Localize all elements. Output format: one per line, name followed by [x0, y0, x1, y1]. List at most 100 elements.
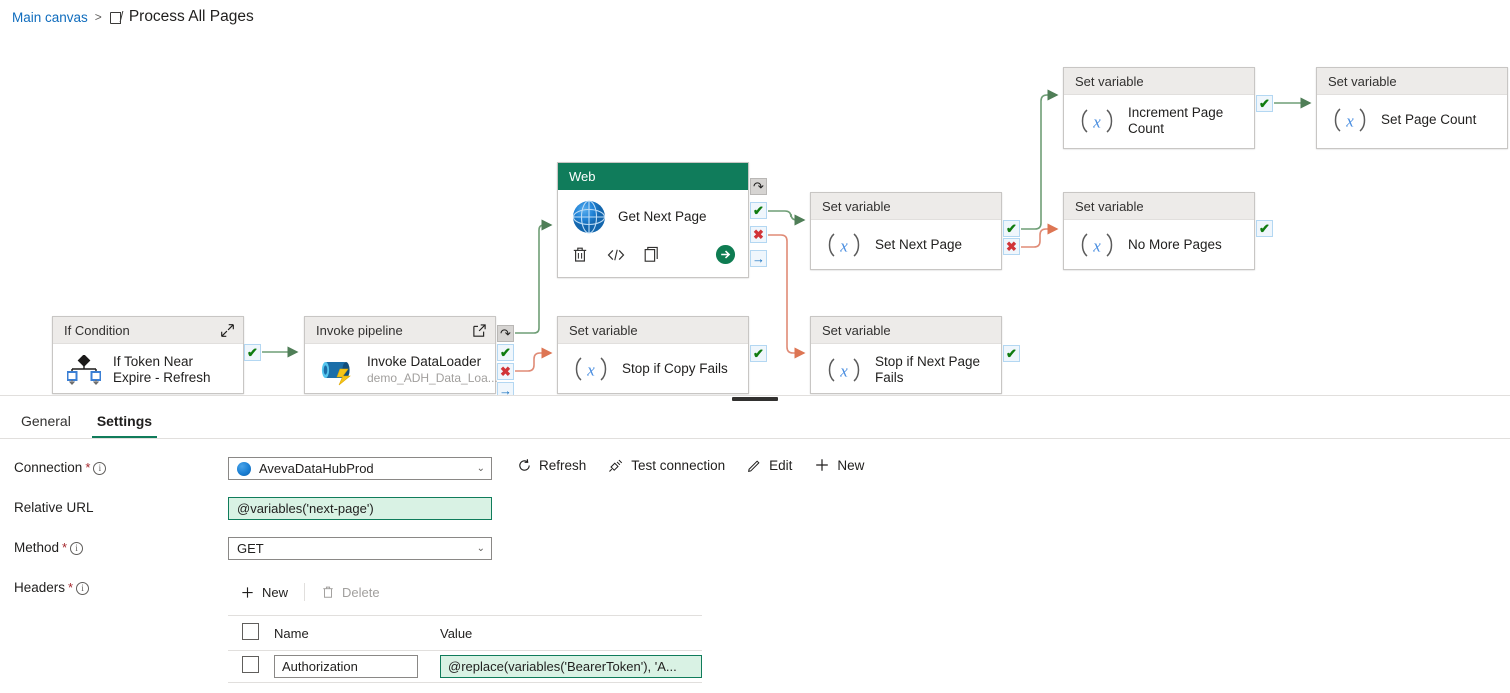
test-connection-label: Test connection: [631, 457, 726, 473]
open-external-icon: [473, 323, 486, 337]
retry-connector-handle[interactable]: ↷: [750, 178, 767, 195]
failure-connector-handle[interactable]: ✖: [1003, 238, 1020, 255]
column-header-name: Name: [274, 615, 440, 651]
breadcrumb: Main canvas > Process All Pages: [0, 0, 1510, 34]
set-variable-icon: x: [1078, 230, 1116, 260]
success-connector-handle[interactable]: ✔: [1003, 345, 1020, 362]
column-header-value: Value: [440, 615, 702, 651]
info-icon[interactable]: i: [76, 581, 90, 595]
activity-node-invoke-pipeline[interactable]: Invoke pipeline Invoke DataLoader demo_ADH…: [304, 316, 498, 394]
node-type-label: Web: [569, 169, 596, 184]
activity-node-web-get-next-page[interactable]: Web Get Next Page: [557, 162, 749, 278]
svg-text:x: x: [839, 362, 848, 381]
row-select-cell: [228, 650, 274, 683]
breadcrumb-root-link[interactable]: Main canvas: [12, 10, 88, 25]
node-type-label: Set variable: [569, 322, 638, 338]
node-text: Set Next Page: [875, 237, 962, 253]
edit-label: Edit: [769, 457, 793, 473]
header-value-input[interactable]: @replace(variables('BearerToken'), 'A...: [440, 655, 702, 678]
code-icon[interactable]: [607, 247, 625, 268]
pipeline-icon: [109, 11, 122, 24]
success-connector-handle[interactable]: ✔: [750, 202, 767, 219]
method-label-group: Method * i: [0, 537, 228, 559]
activity-node-increment-page-count[interactable]: Set variable x Increment Page Count: [1063, 67, 1255, 149]
failure-connector-handle[interactable]: ✖: [750, 226, 767, 243]
node-name: Set Page Count: [1381, 112, 1477, 127]
success-connector-handle[interactable]: ✔: [750, 345, 767, 362]
node-body: x Stop if Copy Fails: [558, 344, 748, 394]
success-connector-handle[interactable]: ✔: [1003, 220, 1020, 237]
success-connector-handle[interactable]: ✔: [1256, 95, 1273, 112]
svg-text:x: x: [839, 237, 848, 256]
relative-url-input[interactable]: @variables('next-page'): [228, 497, 492, 520]
retry-connector-handle[interactable]: ↷: [497, 325, 514, 342]
headers-new-button[interactable]: New: [228, 579, 300, 605]
method-dropdown[interactable]: GET ⌄: [228, 537, 492, 560]
header-name-input[interactable]: Authorization: [274, 655, 418, 678]
relative-url-label: Relative URL: [14, 500, 94, 515]
activity-node-no-more-pages[interactable]: Set variable x No More Pages: [1063, 192, 1255, 270]
header-value-cell: @replace(variables('BearerToken'), 'A...: [440, 650, 702, 683]
properties-panel: General Settings Connection * i AvevaDat…: [0, 402, 1510, 683]
splitter-grip[interactable]: [732, 397, 778, 401]
node-body: If Token Near Expire - Refresh: [53, 344, 243, 395]
required-asterisk: *: [62, 540, 68, 555]
tab-general[interactable]: General: [12, 413, 80, 438]
select-all-checkbox[interactable]: [242, 623, 259, 640]
node-header: Set variable: [1317, 68, 1507, 95]
node-header: Set variable: [1064, 193, 1254, 220]
row-checkbox[interactable]: [242, 655, 259, 673]
success-connector-handle[interactable]: ✔: [244, 344, 261, 361]
node-header: Set variable: [811, 317, 1001, 344]
success-connector-handle[interactable]: ✔: [1256, 220, 1273, 237]
delete-icon[interactable]: [572, 246, 588, 268]
success-connector-handle[interactable]: ✔: [497, 344, 514, 361]
set-variable-icon: x: [572, 354, 610, 384]
node-name: Get Next Page: [618, 209, 707, 224]
node-header: Web: [558, 163, 748, 190]
expand-icon[interactable]: [220, 323, 235, 338]
panel-tab-list: General Settings: [0, 402, 1510, 439]
activity-node-if-condition[interactable]: If Condition If Token Near Expire - Refre…: [52, 316, 244, 394]
pipeline-canvas[interactable]: If Condition If Token Near Expire - Refre…: [0, 34, 1510, 395]
header-name-cell: Authorization: [274, 650, 440, 683]
node-body: x Set Next Page: [811, 220, 1001, 270]
completion-connector-handle[interactable]: →: [497, 382, 514, 395]
invoke-pipeline-icon: [321, 362, 351, 386]
activity-node-stop-if-copy-fails[interactable]: Set variable x Stop if Copy Fails: [557, 316, 749, 394]
refresh-button[interactable]: Refresh: [517, 458, 586, 473]
node-action-bar: [558, 244, 748, 277]
headers-table: Name Value Authorization @replace(variab…: [228, 615, 702, 683]
headers-label: Headers: [14, 580, 66, 595]
node-text: Invoke DataLoader demo_ADH_Data_Loa...: [367, 354, 498, 386]
if-condition-icon: [66, 354, 102, 385]
activity-node-set-next-page[interactable]: Set variable x Set Next Page: [810, 192, 1002, 270]
new-connection-button[interactable]: New: [814, 457, 864, 473]
edit-button[interactable]: Edit: [747, 458, 792, 473]
headers-delete-button[interactable]: Delete: [309, 579, 392, 605]
node-type-label: If Condition: [64, 322, 130, 338]
node-text: Increment Page Count: [1128, 105, 1244, 137]
failure-connector-handle[interactable]: ✖: [497, 363, 514, 380]
node-header: If Condition: [53, 317, 243, 344]
test-connection-button[interactable]: Test connection: [608, 458, 725, 473]
completion-connector-handle[interactable]: →: [750, 250, 767, 267]
panel-splitter[interactable]: [0, 395, 1510, 402]
info-icon[interactable]: i: [93, 461, 107, 475]
set-variable-icon: x: [575, 357, 607, 381]
table-row[interactable]: Authorization @replace(variables('Bearer…: [228, 650, 702, 683]
node-text: Stop if Next Page Fails: [875, 354, 991, 386]
open-external-icon[interactable]: [472, 323, 487, 338]
delete-icon: [573, 247, 587, 262]
activity-node-stop-if-next-page-fails[interactable]: Set variable x Stop if Next Page Fails: [810, 316, 1002, 394]
activity-node-set-page-count[interactable]: Set variable x Set Page Count: [1316, 67, 1508, 149]
tab-settings[interactable]: Settings: [88, 413, 161, 438]
node-type-label: Set variable: [822, 198, 891, 214]
connection-dropdown[interactable]: AvevaDataHubProd ⌄: [228, 457, 492, 480]
headers-editor: New Delete Name Value Authorization @rep…: [228, 577, 702, 683]
clone-icon[interactable]: [644, 246, 661, 268]
run-icon[interactable]: [715, 244, 736, 270]
set-variable-icon: x: [825, 355, 863, 385]
info-icon[interactable]: i: [70, 541, 84, 555]
connection-row: Connection * i AvevaDataHubProd ⌄ Refres…: [0, 457, 1510, 480]
